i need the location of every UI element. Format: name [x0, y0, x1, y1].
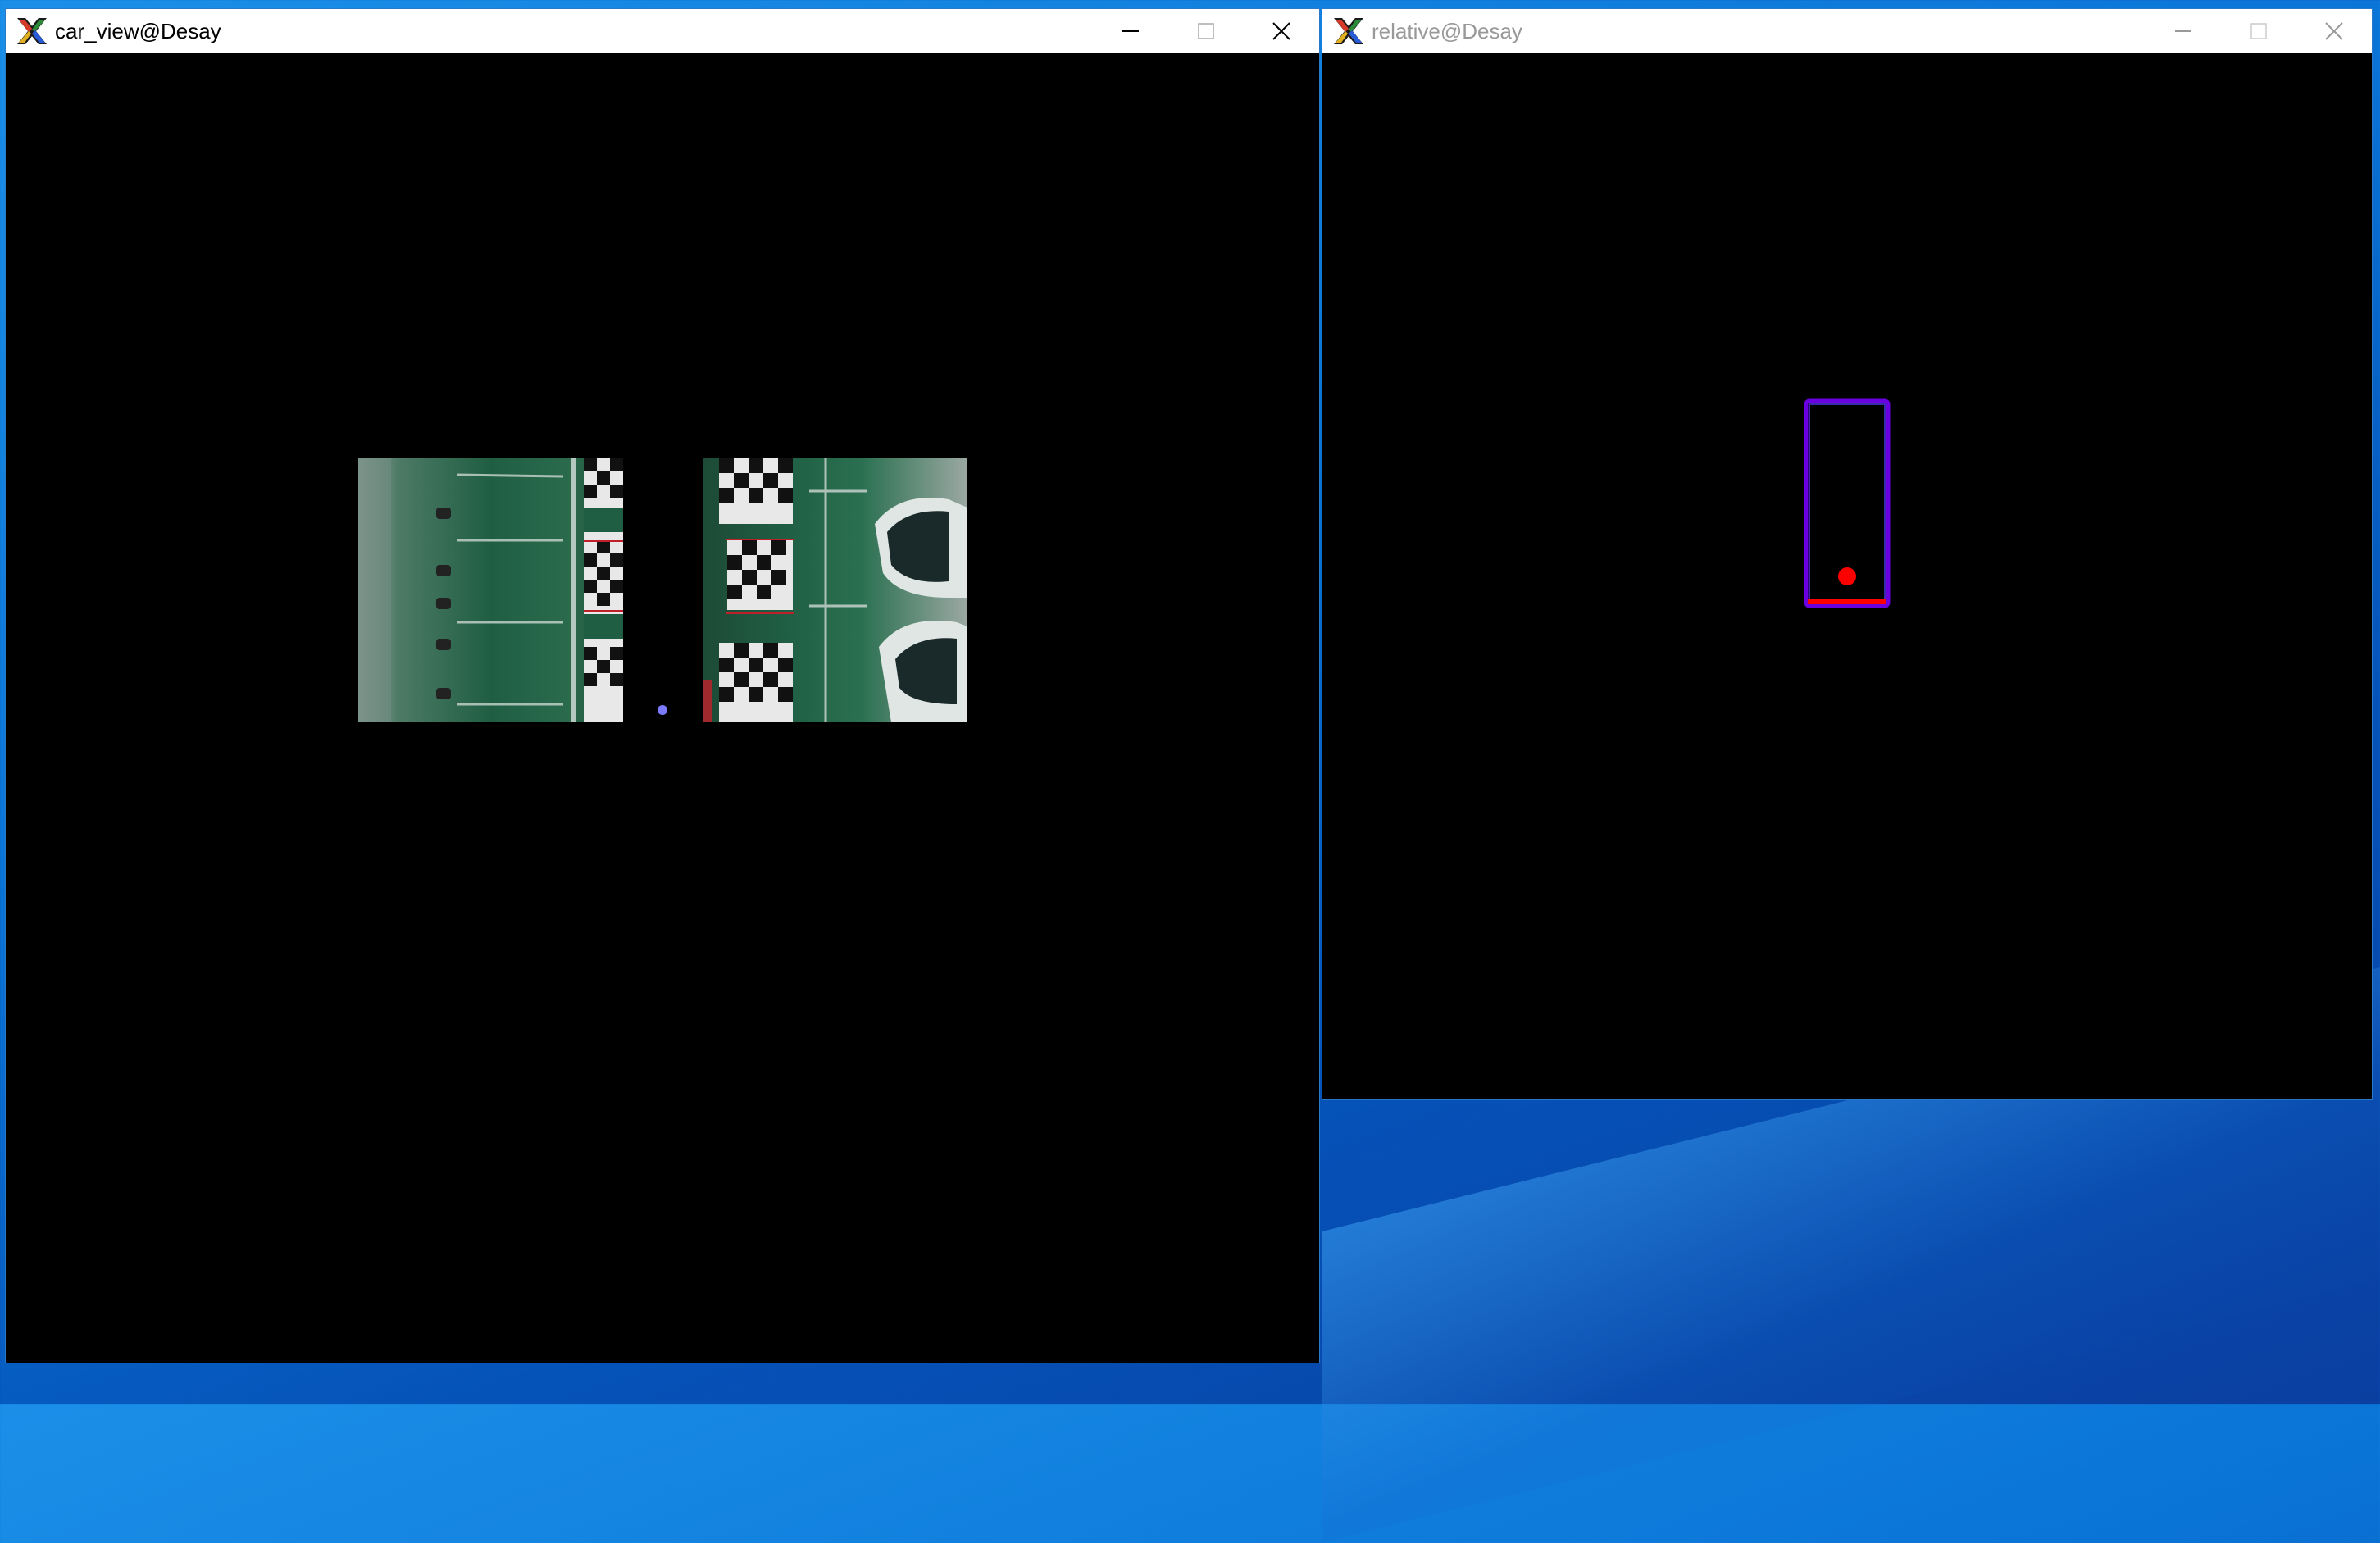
x11-logo-icon — [1331, 13, 1367, 49]
relative-window[interactable]: relative@Desay — [1322, 8, 2373, 1100]
maximize-button[interactable] — [1168, 9, 1244, 53]
minimize-button[interactable] — [2146, 9, 2221, 53]
vehicle-position-dot — [1838, 567, 1856, 585]
window-controls — [1093, 9, 1319, 53]
maximize-icon — [2250, 23, 2267, 39]
minimize-button[interactable] — [1093, 9, 1168, 53]
window-controls — [2146, 9, 2372, 53]
right-camera-view — [703, 458, 967, 722]
minimize-icon — [1122, 30, 1139, 32]
window-title: car_view@Desay — [55, 18, 221, 43]
vehicle-center-marker — [658, 705, 667, 715]
maximize-button[interactable] — [2221, 9, 2296, 53]
close-button[interactable] — [1244, 9, 1319, 53]
maximize-icon — [1198, 23, 1214, 39]
car-view-canvas[interactable] — [6, 53, 1319, 1363]
close-icon — [1272, 22, 1290, 40]
vehicle-diagram — [1804, 398, 1891, 608]
close-icon — [2325, 22, 2343, 40]
minimize-icon — [2175, 30, 2191, 32]
car-view-titlebar[interactable]: car_view@Desay — [6, 9, 1319, 53]
x11-logo-icon — [14, 13, 50, 49]
relative-canvas[interactable] — [1322, 53, 2372, 1099]
vehicle-front-bar — [1808, 599, 1886, 604]
relative-titlebar[interactable]: relative@Desay — [1322, 9, 2372, 53]
left-camera-view — [358, 458, 623, 722]
close-button[interactable] — [2296, 9, 2372, 53]
window-title: relative@Desay — [1372, 18, 1522, 43]
car-view-window[interactable]: car_view@Desay — [5, 8, 1320, 1363]
